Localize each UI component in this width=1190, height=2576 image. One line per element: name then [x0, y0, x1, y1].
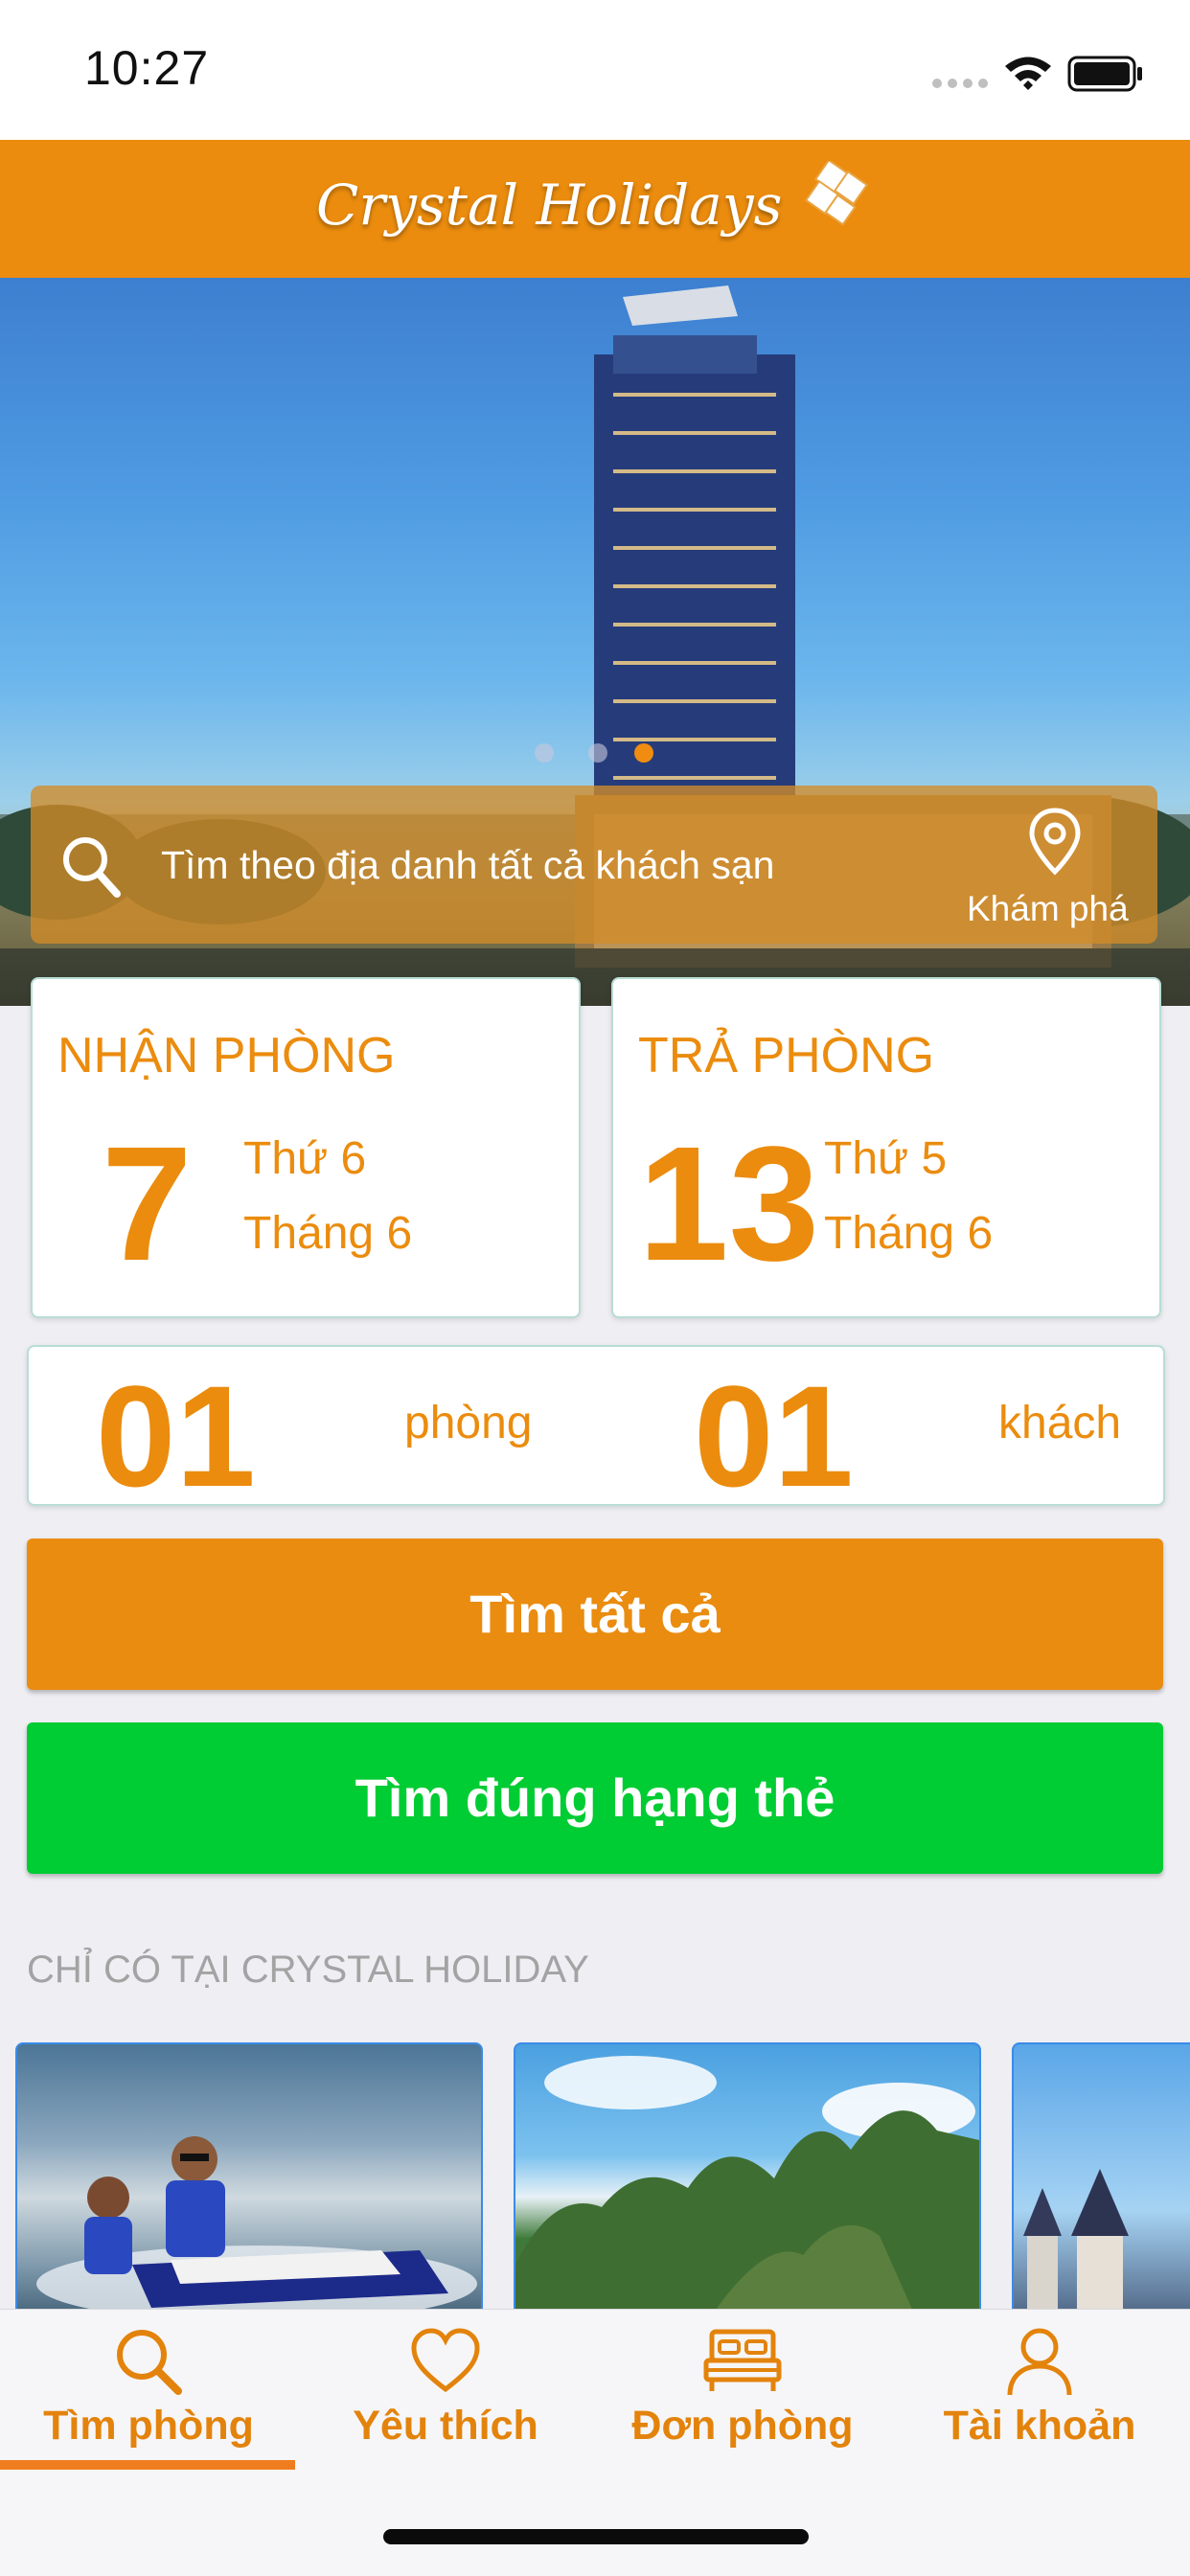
location-pin-icon[interactable]	[1027, 807, 1083, 876]
tab-search-rooms[interactable]: Tìm phòng	[0, 2318, 297, 2472]
tab-label: Yêu thích	[353, 2403, 538, 2449]
checkin-title: NHẬN PHÒNG	[57, 1028, 396, 1083]
checkout-card[interactable]: TRẢ PHÒNG 13 Thứ 5 Tháng 6	[611, 977, 1161, 1318]
section-title: CHỈ CÓ TẠI CRYSTAL HOLIDAY	[27, 1949, 589, 1991]
heart-icon	[411, 2328, 480, 2393]
tab-bookings[interactable]: Đơn phòng	[594, 2318, 891, 2472]
search-tier-button[interactable]: Tìm đúng hạng thẻ	[27, 1722, 1163, 1874]
checkout-weekday: Thứ 5	[824, 1133, 948, 1184]
battery-icon	[1067, 56, 1142, 92]
checkin-day: 7	[102, 1113, 193, 1295]
checkin-weekday: Thứ 6	[243, 1133, 367, 1184]
signal-icon	[932, 79, 988, 88]
search-all-button[interactable]: Tìm tất cả	[27, 1539, 1163, 1690]
tab-account[interactable]: Tài khoản	[891, 2318, 1188, 2472]
wifi-icon	[1005, 57, 1051, 90]
rooms-guests-box[interactable]: 01 phòng 01 khách	[27, 1345, 1165, 1508]
active-tab-indicator	[0, 2460, 295, 2470]
promo-card-castle[interactable]	[1012, 2042, 1190, 2324]
checkin-month: Tháng 6	[243, 1208, 413, 1259]
tab-label: Đơn phòng	[631, 2403, 854, 2449]
tab-favorites[interactable]: Yêu thích	[297, 2318, 594, 2472]
guests-count[interactable]: 01	[694, 1364, 854, 1508]
brand-logo: Crystal Holidays	[316, 153, 891, 268]
explore-label[interactable]: Khám phá	[967, 889, 1129, 929]
home-indicator	[383, 2529, 809, 2544]
bed-icon	[703, 2329, 782, 2391]
rooms-count[interactable]: 01	[96, 1364, 256, 1508]
promo-image-jetski	[36, 2136, 477, 2322]
checkout-title: TRẢ PHÒNG	[638, 1028, 935, 1083]
carousel-dot-active[interactable]	[634, 743, 653, 763]
user-icon	[1007, 2328, 1072, 2396]
checkout-day: 13	[638, 1113, 820, 1295]
promo-card-halong-bay[interactable]	[514, 2042, 981, 2324]
carousel-dot[interactable]	[535, 743, 554, 763]
promo-image-castle	[1023, 2169, 1129, 2322]
guests-label: khách	[998, 1398, 1122, 1448]
logo-flower-icon	[804, 161, 869, 226]
carousel-dot[interactable]	[588, 743, 607, 763]
tab-label: Tìm phòng	[43, 2403, 254, 2449]
rooms-label: phòng	[404, 1398, 533, 1448]
status-time: 10:27	[84, 41, 210, 95]
search-icon	[117, 2330, 182, 2395]
search-icon[interactable]	[59, 833, 123, 900]
promo-card-jetski[interactable]	[15, 2042, 483, 2324]
tab-label: Tài khoản	[943, 2403, 1136, 2449]
checkin-card[interactable]: NHẬN PHÒNG 7 Thứ 6 Tháng 6	[31, 977, 581, 1318]
brand-name: Crystal Holidays	[316, 172, 783, 238]
promo-image-halong-bay	[515, 2056, 979, 2322]
search-input[interactable]: Tìm theo địa danh tất cả khách sạn	[161, 843, 774, 888]
checkout-month: Tháng 6	[824, 1208, 994, 1259]
